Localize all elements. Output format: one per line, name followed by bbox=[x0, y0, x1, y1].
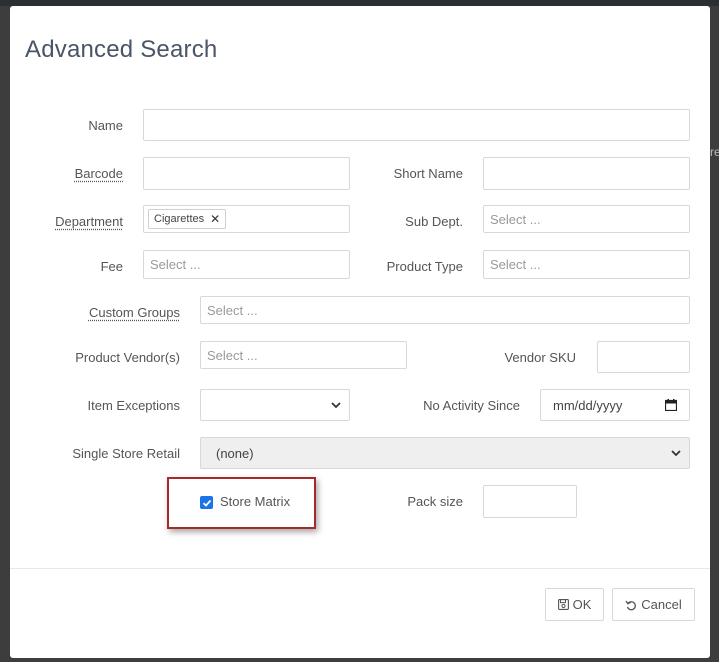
remove-tag-icon[interactable]: ✕ bbox=[210, 212, 220, 226]
custom-groups-label[interactable]: Custom Groups bbox=[89, 305, 180, 320]
department-select[interactable]: Cigarettes ✕ bbox=[143, 205, 350, 233]
background-edge-text: re bbox=[710, 145, 719, 159]
vendor-sku-label: Vendor SKU bbox=[504, 350, 576, 365]
sub-dept-select[interactable]: Select ... bbox=[483, 205, 690, 233]
cancel-button-label: Cancel bbox=[641, 597, 682, 612]
short-name-label: Short Name bbox=[393, 166, 463, 181]
no-activity-since-date-input[interactable]: mm/dd/yyyy bbox=[540, 389, 690, 421]
name-label: Name bbox=[88, 118, 123, 133]
footer-divider bbox=[10, 568, 710, 569]
no-activity-since-label: No Activity Since bbox=[423, 398, 520, 413]
sub-dept-placeholder: Select ... bbox=[490, 211, 541, 227]
checkmark-icon bbox=[202, 499, 211, 507]
chevron-down-icon bbox=[331, 402, 341, 409]
custom-groups-placeholder: Select ... bbox=[207, 302, 258, 318]
name-input[interactable] bbox=[143, 109, 690, 141]
modal-title: Advanced Search bbox=[25, 36, 218, 63]
ok-button-label: OK bbox=[572, 597, 592, 612]
pack-size-label: Pack size bbox=[407, 494, 463, 509]
item-exceptions-label: Item Exceptions bbox=[87, 398, 181, 413]
date-placeholder: mm/dd/yyyy bbox=[553, 397, 623, 413]
short-name-input[interactable] bbox=[483, 157, 690, 190]
product-type-select[interactable]: Select ... bbox=[483, 250, 690, 279]
product-type-placeholder: Select ... bbox=[490, 257, 541, 272]
ok-button[interactable]: OK bbox=[545, 588, 604, 621]
fee-placeholder: Select ... bbox=[150, 257, 201, 272]
product-vendors-placeholder: Select ... bbox=[207, 347, 258, 363]
single-store-retail-select[interactable]: (none) bbox=[200, 437, 690, 469]
advanced-search-modal: Advanced Search Name Barcode Short Name … bbox=[10, 6, 710, 658]
fee-select[interactable]: Select ... bbox=[143, 250, 350, 279]
barcode-label[interactable]: Barcode bbox=[75, 166, 123, 181]
calendar-icon[interactable] bbox=[665, 399, 677, 411]
product-vendors-select[interactable]: Select ... bbox=[200, 341, 407, 369]
product-vendors-label: Product Vendor(s) bbox=[75, 350, 180, 365]
department-tag: Cigarettes ✕ bbox=[148, 209, 227, 229]
department-tag-label: Cigarettes bbox=[154, 213, 205, 225]
single-store-retail-label: Single Store Retail bbox=[72, 446, 180, 461]
barcode-input[interactable] bbox=[143, 157, 350, 190]
single-store-retail-value: (none) bbox=[216, 445, 254, 461]
pack-size-input[interactable] bbox=[483, 485, 577, 518]
sub-dept-label: Sub Dept. bbox=[405, 214, 463, 229]
vendor-sku-input[interactable] bbox=[597, 341, 690, 373]
undo-icon bbox=[625, 600, 637, 610]
save-icon bbox=[557, 599, 569, 610]
store-matrix-label[interactable]: Store Matrix bbox=[220, 494, 290, 509]
custom-groups-select[interactable]: Select ... bbox=[200, 296, 690, 324]
chevron-down-icon bbox=[671, 450, 681, 457]
store-matrix-checkbox[interactable] bbox=[200, 496, 213, 509]
fee-label: Fee bbox=[100, 259, 123, 274]
cancel-button[interactable]: Cancel bbox=[612, 588, 695, 621]
product-type-label: Product Type bbox=[386, 259, 463, 274]
department-label[interactable]: Department bbox=[55, 214, 123, 229]
item-exceptions-select[interactable] bbox=[200, 389, 350, 421]
